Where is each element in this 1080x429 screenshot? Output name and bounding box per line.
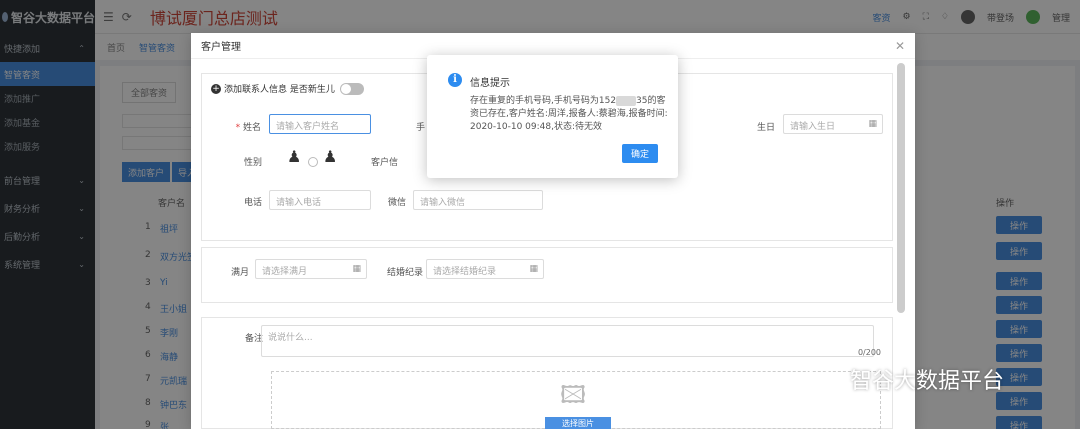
watermark: 智谷大数据平台 [808,363,1004,395]
plus-circle-icon[interactable]: + [211,83,221,94]
alert-message: 存在重复的手机号码,手机号码为152 35的客资已存在,客户姓名:周洋,报备人:蔡… [470,95,668,132]
remark-counter: 0/200 [857,348,881,357]
phone-label: 手 [416,123,426,133]
modal-scrollbar[interactable] [897,63,905,313]
image-upload-icon: 🖾 [560,381,587,409]
name-input[interactable]: 请输入客户姓名 [269,114,371,134]
tel-input[interactable]: 请输入电话 [269,190,371,210]
alert-title: 信息提示 [470,78,510,89]
redacted-digits [616,95,637,106]
calendar-icon: ▦ [529,264,538,274]
info-alert-dialog: i 信息提示 存在重复的手机号码,手机号码为152 35的客资已存在,客户姓名:周… [427,55,678,178]
tel-label: 电话 [244,198,263,208]
info-icon: i [448,73,462,87]
wechat-label: 微信 [388,198,407,208]
close-icon[interactable]: ✕ [895,39,905,53]
add-contact-row: + 添加联系人信息 是否新生儿 [211,82,364,95]
birthday-label: 生日 [757,123,776,133]
wedding-label: 结婚纪录 [387,268,424,278]
source-label: 客户信 [371,158,399,168]
watermark-text: 智谷大数据平台 [850,369,1005,394]
month-picker[interactable]: 请选择满月 ▦ [255,259,367,279]
remark-textarea[interactable]: 说说什么... [261,325,874,357]
calendar-icon: ▦ [352,264,361,274]
calendar-icon: ▦ [868,119,877,129]
wechat-icon [808,365,842,393]
modal-title: 客户管理 [201,42,241,53]
wechat-input[interactable]: 请输入微信 [413,190,543,210]
male-icon[interactable]: ♟ [287,147,301,166]
newborn-toggle[interactable] [339,82,364,95]
name-label: * 姓名 [235,123,261,133]
female-icon[interactable]: ♟ [323,147,337,166]
gender-radio-female[interactable] [308,157,318,167]
select-image-button[interactable]: 选择图片 [545,417,611,429]
birthday-picker[interactable]: 请输入生日 ▦ [783,114,883,134]
wedding-picker[interactable]: 请选择结婚纪录 ▦ [426,259,544,279]
confirm-button[interactable]: 确定 [622,144,658,163]
month-label: 满月 [231,268,250,278]
gender-label: 性别 [244,158,263,168]
